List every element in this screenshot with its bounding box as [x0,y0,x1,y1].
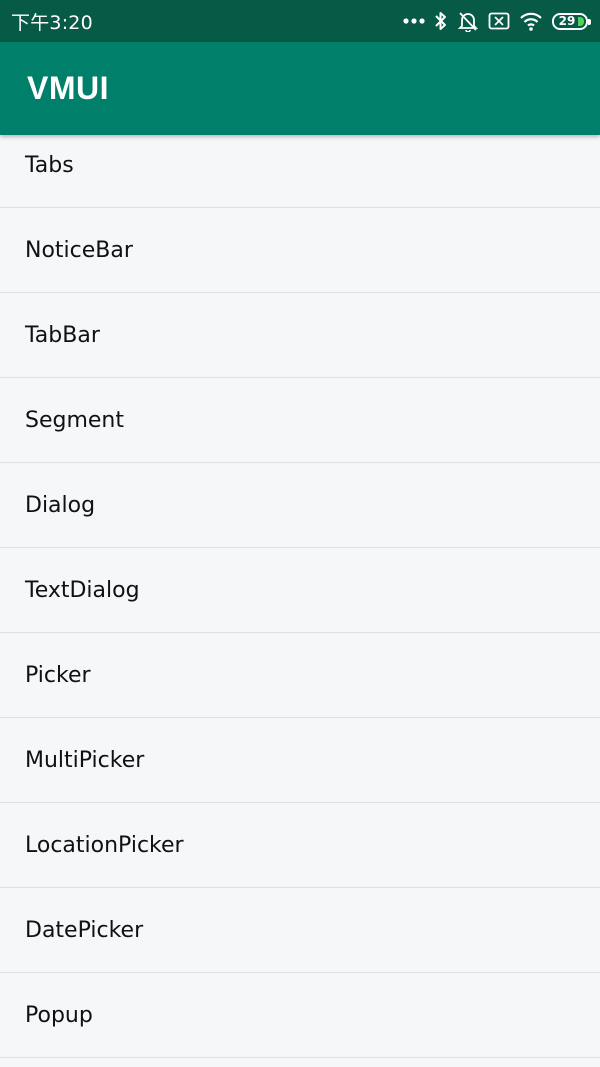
status-time: 下午3:20 [11,11,93,34]
list-item-label: NoticeBar [25,237,133,263]
alarm-off-icon [457,10,479,32]
list-item-label: Segment [25,407,124,433]
status-bar: 下午3:20 29 [0,0,600,42]
list-item-label: Tabs [25,152,74,178]
more-dots-icon [403,17,425,25]
list-item-label: TabBar [25,322,100,348]
list-item-multipicker[interactable]: MultiPicker [0,718,600,803]
list-item-label: Picker [25,662,91,688]
list-item-picker[interactable]: Picker [0,633,600,718]
list-item-locationpicker[interactable]: LocationPicker [0,803,600,888]
list-item-tabbar[interactable]: TabBar [0,293,600,378]
list-item-label: Dialog [25,492,96,518]
app-title: VMUI [27,70,109,106]
bluetooth-icon [434,11,448,31]
battery-icon: 29 [552,12,591,30]
list-item-label: LocationPicker [25,832,184,858]
app-bar: VMUI [0,42,600,135]
list-item-label: Popup [25,1002,93,1028]
list-item-segment[interactable]: Segment [0,378,600,463]
status-icons: 29 [403,10,591,32]
list-item-label: DatePicker [25,917,144,943]
list-item-datepicker[interactable]: DatePicker [0,888,600,973]
list-item-label: MultiPicker [25,747,145,773]
list-item-label: TextDialog [25,577,140,603]
list-item-noticebar[interactable]: NoticeBar [0,208,600,293]
component-list: Tabs NoticeBar TabBar Segment Dialog Tex… [0,123,600,1058]
list-item-tabs[interactable]: Tabs [0,123,600,208]
list-item-popup[interactable]: Popup [0,973,600,1058]
battery-level-fill [578,16,584,26]
wifi-icon [519,11,543,31]
list-item-textdialog[interactable]: TextDialog [0,548,600,633]
list-item-dialog[interactable]: Dialog [0,463,600,548]
battery-percent: 29 [558,14,576,28]
no-sim-icon [488,12,510,30]
